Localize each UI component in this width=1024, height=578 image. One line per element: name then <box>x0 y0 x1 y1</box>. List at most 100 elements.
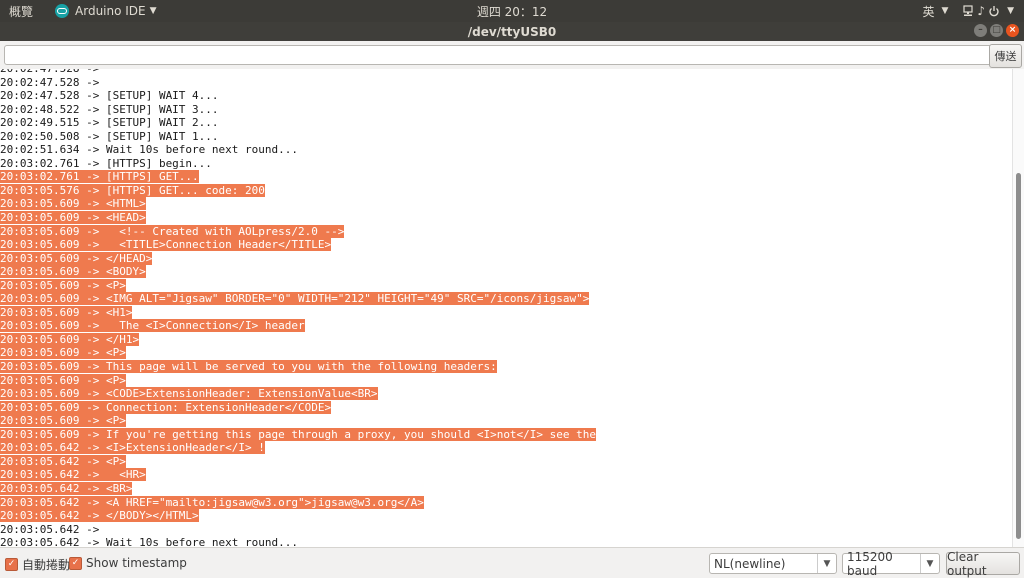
line-ending-select[interactable]: NL(newline) ▼ <box>709 553 837 574</box>
app-menu[interactable]: Arduino IDE ▼ <box>55 4 157 18</box>
console-line-text: 20:03:05.609 -> <TITLE>Connection Header… <box>0 238 332 252</box>
chevron-down-icon: ▼ <box>920 554 939 573</box>
input-method-menu[interactable]: 英 ▼ <box>922 3 948 20</box>
chevron-down-icon: ▼ <box>149 6 157 16</box>
console-line-text: 20:03:05.609 -> The <I>Connection</I> he… <box>0 319 305 333</box>
console-line: 20:03:05.642 -> <A HREF="mailto:jigsaw@w… <box>0 495 596 510</box>
clear-output-button[interactable]: Clear output <box>946 550 1020 578</box>
console-line: 20:03:05.609 -> <HTML> <box>0 197 596 211</box>
console-line-text: 20:02:47.528 -> <box>0 75 106 89</box>
console-line-text: 20:03:05.609 -> <H1> <box>0 305 133 319</box>
chevron-down-icon: ▼ <box>941 6 949 16</box>
console-line: 20:03:05.609 -> <P> <box>0 373 596 388</box>
console-line: 20:03:05.609 -> <!-- Created with AOLpre… <box>0 224 596 239</box>
console-line: 20:02:47.528 -> [SETUP] WAIT 4... <box>0 89 596 103</box>
console-line-text: 20:03:05.609 -> This page will be served… <box>0 360 497 374</box>
console-line: 20:03:05.609 -> If you're getting this p… <box>0 427 597 442</box>
console-line: 20:03:05.642 -> Wait 10s before next rou… <box>0 536 596 547</box>
console-line-text: 20:02:49.515 -> [SETUP] WAIT 2... <box>0 116 219 130</box>
console-line: 20:03:05.609 -> <P> <box>0 278 596 293</box>
chevron-down-icon: ▼ <box>1007 6 1014 16</box>
scrollbar-thumb[interactable] <box>1016 173 1021 539</box>
console-line: 20:02:50.508 -> [SETUP] WAIT 1... <box>0 130 596 144</box>
check-icon: ✓ <box>5 558 18 571</box>
console-line: 20:02:51.634 -> Wait 10s before next rou… <box>0 143 596 157</box>
console-line: 20:03:02.761 -> [HTTPS] begin... <box>0 157 596 171</box>
system-top-bar: 概覽 Arduino IDE ▼ 週四 20：12 英 ▼ ♪ ▼ <box>0 0 1024 22</box>
console-line: 20:03:05.642 -> <I>ExtensionHeader</I> ! <box>0 441 596 455</box>
console-line: 20:03:05.609 -> <P> <box>0 414 596 428</box>
console-line-text: 20:03:05.609 -> <IMG ALT="Jigsaw" BORDER… <box>0 292 590 306</box>
autoscroll-checkbox[interactable]: ✓ 自動捲動 <box>5 556 70 573</box>
console-line-text: 20:02:47.528 -> [SETUP] WAIT 4... <box>0 89 219 103</box>
console-line-text: 20:03:05.609 -> <BODY> <box>0 265 146 279</box>
console-line: 20:03:05.609 -> <IMG ALT="Jigsaw" BORDER… <box>0 292 596 306</box>
console-line-text: 20:03:05.642 -> </BODY></HTML> <box>0 509 199 523</box>
console-line-text: 20:03:05.609 -> <!-- Created with AOLpre… <box>0 224 345 238</box>
chevron-down-icon: ▼ <box>817 554 836 573</box>
console-line: 20:03:05.609 -> Connection: ExtensionHea… <box>0 400 596 415</box>
console-line: 20:02:49.515 -> [SETUP] WAIT 2... <box>0 116 596 130</box>
volume-icon: ♪ <box>977 4 986 18</box>
autoscroll-label: 自動捲動 <box>22 558 71 572</box>
console-line: 20:03:05.642 -> </BODY></HTML> <box>0 509 596 523</box>
console-line-text: 20:03:05.609 -> <HTML> <box>0 197 146 211</box>
console-line-text: 20:03:05.609 -> <HEAD> <box>0 211 146 225</box>
console-line: 20:03:05.642 -> <HR> <box>0 468 596 482</box>
activities-button[interactable]: 概覽 <box>9 3 33 20</box>
vertical-scrollbar[interactable] <box>1012 69 1024 547</box>
console-line-text: 20:03:05.609 -> <P> <box>0 278 126 292</box>
console-line-text: 20:02:51.634 -> Wait 10s before next rou… <box>0 143 299 157</box>
power-icon <box>989 6 999 17</box>
serial-output[interactable]: 20:02:47.528 -> 20:02:47.528 -> 20:02:47… <box>0 69 1012 547</box>
system-menu[interactable]: ♪ ▼ <box>962 4 1014 18</box>
console-line-text: 20:02:48.522 -> [SETUP] WAIT 3... <box>0 102 219 116</box>
app-name: Arduino IDE <box>75 4 146 18</box>
console-line-text: 20:03:05.609 -> <CODE>ExtensionHeader: E… <box>0 387 378 401</box>
clock[interactable]: 週四 20：12 <box>477 5 547 19</box>
arduino-icon <box>55 4 70 18</box>
console-line-text: 20:03:05.642 -> Wait 10s before next rou… <box>0 536 299 547</box>
maximize-button[interactable]: □ <box>990 24 1003 37</box>
line-ending-value: NL(newline) <box>714 556 786 571</box>
window-title-bar[interactable]: /dev/ttyUSB0 – □ × <box>0 22 1024 41</box>
console-line-text: 20:03:05.642 -> <BR> <box>0 481 133 495</box>
console-line-text: 20:03:05.642 -> <HR> <box>0 468 146 482</box>
console-line-text: 20:03:05.576 -> [HTTPS] GET... code: 200 <box>0 183 265 197</box>
console-line: 20:03:05.642 -> <P> <box>0 454 596 469</box>
output-lines: 20:02:47.528 -> 20:02:47.528 -> 20:02:47… <box>0 69 597 547</box>
console-line: 20:03:05.609 -> <HEAD> <box>0 211 596 225</box>
console-line: 20:03:05.609 -> The <I>Connection</I> he… <box>0 319 596 333</box>
show-timestamp-checkbox[interactable]: ✓ Show timestamp <box>69 556 187 570</box>
close-button[interactable]: × <box>1006 24 1019 37</box>
console-line-text: 20:03:05.609 -> If you're getting this p… <box>0 427 597 441</box>
minimize-button[interactable]: – <box>974 24 987 37</box>
console-line: 20:03:05.609 -> <P> <box>0 346 596 360</box>
console-line-text: 20:03:05.642 -> <P> <box>0 454 126 468</box>
network-icon <box>963 5 974 16</box>
console-line-text: 20:03:02.761 -> [HTTPS] GET... <box>0 170 199 184</box>
console-line: 20:03:05.642 -> <BR> <box>0 481 596 496</box>
console-line: 20:03:05.609 -> <CODE>ExtensionHeader: E… <box>0 387 596 401</box>
send-row: 傳送 <box>0 41 1024 69</box>
console-line-text: 20:03:05.609 -> </H1> <box>0 332 140 346</box>
send-button[interactable]: 傳送 <box>989 44 1022 68</box>
baud-rate-value: 115200 baud <box>847 549 893 578</box>
show-timestamp-label: Show timestamp <box>86 556 187 570</box>
console-line-text: 20:03:05.609 -> Connection: ExtensionHea… <box>0 400 332 414</box>
input-method-label: 英 <box>922 4 935 19</box>
window-title: /dev/ttyUSB0 <box>467 24 557 39</box>
serial-send-input[interactable] <box>4 45 992 65</box>
console-line-text: 20:03:05.609 -> <P> <box>0 373 126 387</box>
baud-rate-select[interactable]: 115200 baud ▼ <box>842 550 940 578</box>
console-line-text: 20:03:05.609 -> <P> <box>0 346 126 360</box>
check-icon: ✓ <box>69 556 82 570</box>
console-line: 20:03:05.609 -> </H1> <box>0 332 596 347</box>
console-line: 20:03:05.609 -> <TITLE>Connection Header… <box>0 238 596 252</box>
console-line-text: 20:03:05.642 -> <box>0 522 106 536</box>
console-line-text: 20:02:47.528 -> <box>0 69 106 75</box>
console-line: 20:03:05.642 -> <box>0 523 596 537</box>
console-line-text: 20:03:05.642 -> <A HREF="mailto:jigsaw@w… <box>0 495 424 509</box>
console-line: 20:03:02.761 -> [HTTPS] GET... <box>0 170 596 184</box>
console-line-text: 20:03:02.761 -> [HTTPS] begin... <box>0 156 212 170</box>
